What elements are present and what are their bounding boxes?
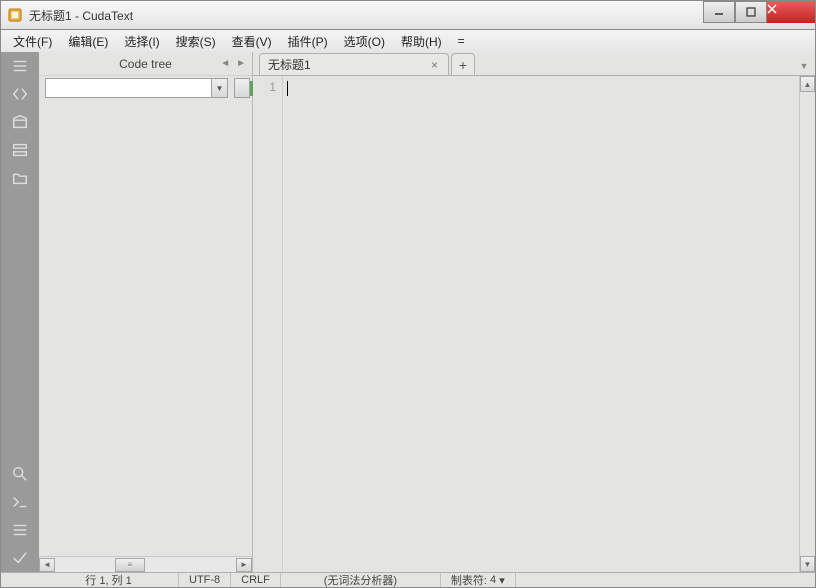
close-button[interactable]	[767, 1, 815, 23]
tabs-overflow-icon[interactable]: ▼	[799, 57, 815, 75]
status-encoding[interactable]: UTF-8	[179, 573, 231, 587]
tree-hscrollbar[interactable]: ◄ ≡ ►	[39, 556, 252, 572]
project-icon[interactable]	[1, 108, 39, 136]
editor-body: 1 ▲ ▼	[253, 76, 815, 572]
tab-label: 无标题1	[268, 56, 311, 73]
tree-body[interactable]	[39, 100, 252, 556]
tree-title: Code tree	[119, 57, 172, 71]
scroll-down-icon[interactable]: ▼	[800, 556, 815, 572]
scroll-left-icon[interactable]: ◄	[39, 558, 55, 572]
search-icon[interactable]	[1, 460, 39, 488]
line-change-marker	[250, 81, 253, 96]
titlebar: 无标题1 - CudaText	[0, 0, 816, 30]
line-number-1: 1	[269, 80, 276, 94]
status-lexer[interactable]: (无词法分析器)	[281, 573, 441, 587]
tree-symbol-select[interactable]: ▼	[45, 78, 228, 98]
window-controls	[703, 1, 815, 23]
console-icon[interactable]	[1, 488, 39, 516]
menu-search[interactable]: 搜索(S)	[168, 31, 224, 52]
menu-options[interactable]: 选项(O)	[336, 31, 393, 52]
scroll-right-icon[interactable]: ►	[236, 558, 252, 572]
menu-edit[interactable]: 编辑(E)	[60, 31, 116, 52]
editor-vscrollbar[interactable]: ▲ ▼	[799, 76, 815, 572]
editor-panel: 无标题1 × + ▼ 1 ▲ ▼	[253, 52, 815, 572]
editor-gutter: 1	[253, 76, 283, 572]
app-icon	[7, 7, 23, 23]
maximize-button[interactable]	[735, 1, 767, 23]
scroll-up-icon[interactable]: ▲	[800, 76, 815, 92]
output-icon[interactable]	[1, 516, 39, 544]
tab-new-button[interactable]: +	[451, 53, 475, 75]
folder-icon[interactable]	[1, 164, 39, 192]
tree-header: Code tree ◄ ►	[39, 52, 252, 76]
tabs-row: 无标题1 × + ▼	[253, 52, 815, 76]
menu-select[interactable]: 选择(I)	[116, 31, 167, 52]
menu-icon[interactable]	[1, 52, 39, 80]
code-tree-panel: Code tree ◄ ► ▼ ◄ ≡ ►	[39, 52, 253, 572]
menu-plugins[interactable]: 插件(P)	[280, 31, 336, 52]
code-tree-icon[interactable]	[1, 80, 39, 108]
status-tabsize[interactable]: 制表符: 4 ▾	[441, 573, 516, 587]
status-position[interactable]: 行 1, 列 1	[39, 573, 179, 587]
vscroll-track[interactable]	[800, 92, 815, 556]
menubar: 文件(F) 编辑(E) 选择(I) 搜索(S) 查看(V) 插件(P) 选项(O…	[0, 30, 816, 52]
window-title: 无标题1 - CudaText	[29, 7, 133, 24]
menu-help[interactable]: 帮助(H)	[393, 31, 450, 52]
tab-close-icon[interactable]: ×	[429, 58, 440, 72]
scroll-thumb[interactable]: ≡	[115, 558, 145, 572]
sidebar	[1, 52, 39, 572]
tree-nav-next-icon[interactable]: ►	[234, 58, 248, 69]
tree-nav-prev-icon[interactable]: ◄	[218, 58, 232, 69]
statusbar: 行 1, 列 1 UTF-8 CRLF (无词法分析器) 制表符: 4 ▾	[0, 572, 816, 588]
tabsize-value: 4	[490, 574, 496, 586]
dropdown-arrow-icon[interactable]: ▼	[211, 79, 227, 97]
editor-textarea[interactable]	[283, 76, 799, 572]
text-caret	[287, 81, 288, 96]
tree-sort-button[interactable]	[234, 78, 250, 98]
minimize-button[interactable]	[703, 1, 735, 23]
menu-view[interactable]: 查看(V)	[224, 31, 280, 52]
tabs-icon[interactable]	[1, 136, 39, 164]
tabsize-more-icon[interactable]: ▾	[499, 574, 505, 587]
menu-file[interactable]: 文件(F)	[5, 31, 60, 52]
tabsize-label: 制表符:	[451, 572, 487, 588]
status-eol[interactable]: CRLF	[231, 573, 281, 587]
tab-active[interactable]: 无标题1 ×	[259, 53, 449, 75]
menu-equals[interactable]: =	[450, 32, 473, 50]
validate-icon[interactable]	[1, 544, 39, 572]
